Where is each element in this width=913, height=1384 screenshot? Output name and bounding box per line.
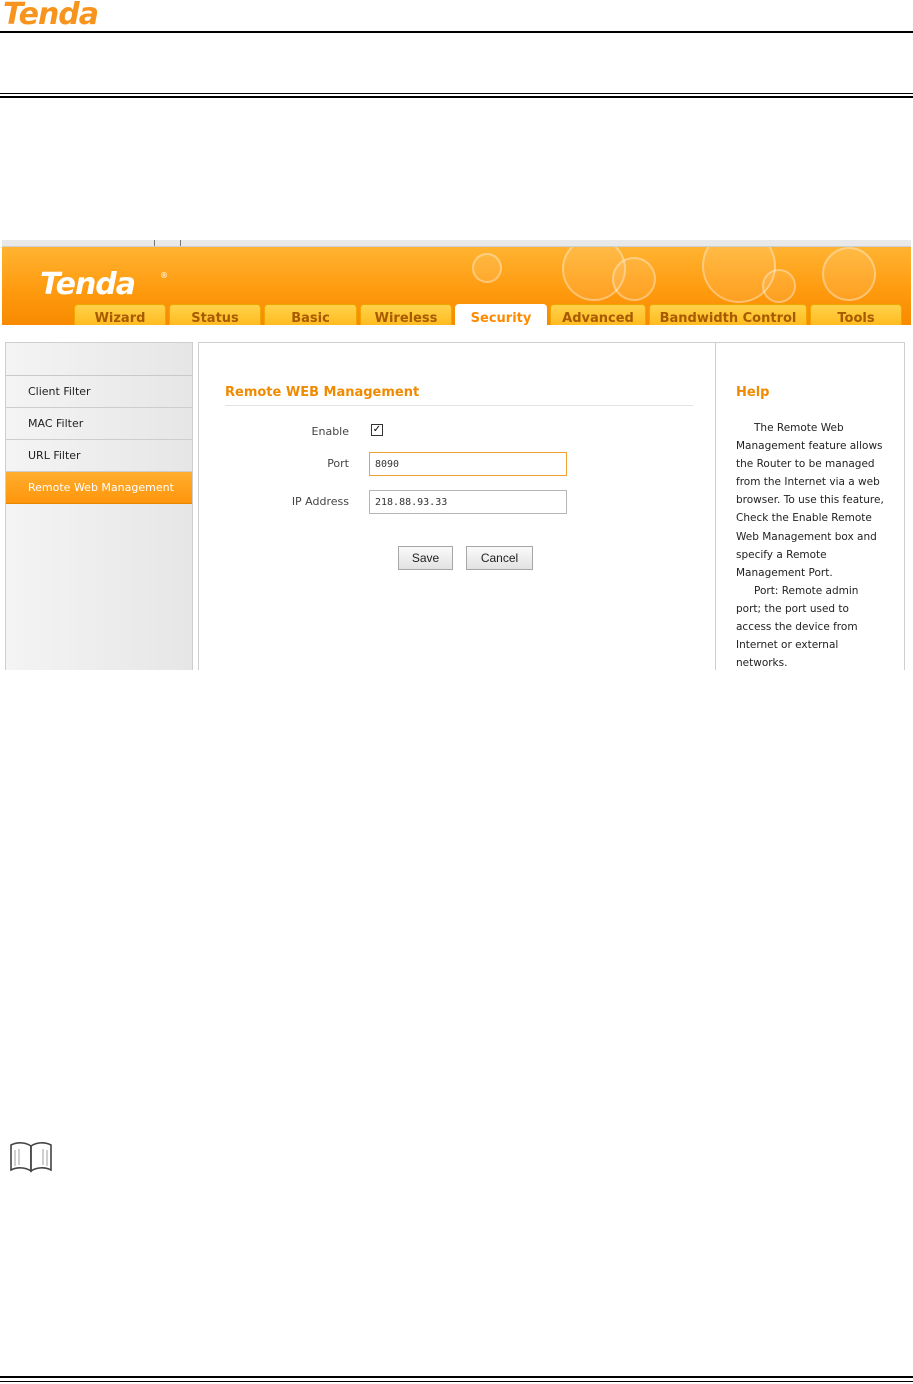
cancel-button[interactable]: Cancel (466, 546, 533, 570)
port-label: Port (327, 457, 349, 470)
banner-decoration (762, 269, 796, 303)
doc-header-rule (0, 31, 913, 33)
doc-section-rule-thick (0, 96, 913, 98)
banner-decoration (472, 253, 502, 283)
router-banner: Tenda ® Wizard Status Basic Wireless Sec… (2, 247, 911, 325)
router-ui-screenshot: Tenda ® Wizard Status Basic Wireless Sec… (2, 240, 911, 670)
tab-bandwidth-control[interactable]: Bandwidth Control (649, 304, 807, 325)
enable-label: Enable (311, 425, 349, 438)
port-input[interactable] (369, 452, 567, 476)
title-divider (225, 405, 693, 406)
banner-decoration (612, 257, 656, 301)
enable-checkbox[interactable]: ✓ (371, 424, 383, 436)
doc-header-logo: Tenda (3, 0, 99, 32)
tab-tools[interactable]: Tools (810, 304, 902, 325)
tab-basic[interactable]: Basic (264, 304, 357, 325)
help-panel: Help The Remote Web Management feature a… (716, 342, 905, 670)
doc-section-rule (0, 93, 913, 94)
browser-strip (2, 240, 911, 247)
book-icon (10, 1142, 52, 1173)
help-title: Help (736, 385, 770, 400)
sidebar-item-url-filter[interactable]: URL Filter (6, 440, 192, 472)
doc-footer-rule-thick (0, 1376, 913, 1378)
router-logo-mark: ® (160, 271, 168, 280)
doc-footer-rule (0, 1381, 913, 1382)
router-logo: Tenda (40, 267, 136, 302)
help-text: The Remote Web Management feature allows… (736, 419, 884, 670)
sidebar-item-mac-filter[interactable]: MAC Filter (6, 408, 192, 440)
tab-security[interactable]: Security (455, 304, 547, 325)
sidebar-item-client-filter[interactable]: Client Filter (6, 376, 192, 408)
page-title: Remote WEB Management (225, 385, 420, 400)
tab-wizard[interactable]: Wizard (74, 304, 166, 325)
browser-strip-tick (180, 240, 181, 246)
save-button[interactable]: Save (398, 546, 453, 570)
banner-decoration (822, 247, 876, 301)
ip-address-label: IP Address (291, 495, 349, 508)
main-content-panel: Remote WEB Management Enable ✓ Port IP A… (198, 342, 716, 670)
help-paragraph: The Remote Web Management feature allows… (736, 422, 884, 579)
tab-wireless[interactable]: Wireless (360, 304, 452, 325)
tab-status[interactable]: Status (169, 304, 261, 325)
sidebar-header (6, 343, 192, 376)
ip-address-input[interactable] (369, 490, 567, 514)
sidebar-item-remote-web-management[interactable]: Remote Web Management (6, 472, 192, 504)
browser-strip-tick (154, 240, 155, 246)
help-paragraph: Port: Remote admin port; the port used t… (736, 584, 859, 670)
security-sidebar: Client Filter MAC Filter URL Filter Remo… (5, 342, 193, 670)
main-nav-tabs: Wizard Status Basic Wireless Security Ad… (74, 304, 902, 325)
tab-advanced[interactable]: Advanced (550, 304, 646, 325)
